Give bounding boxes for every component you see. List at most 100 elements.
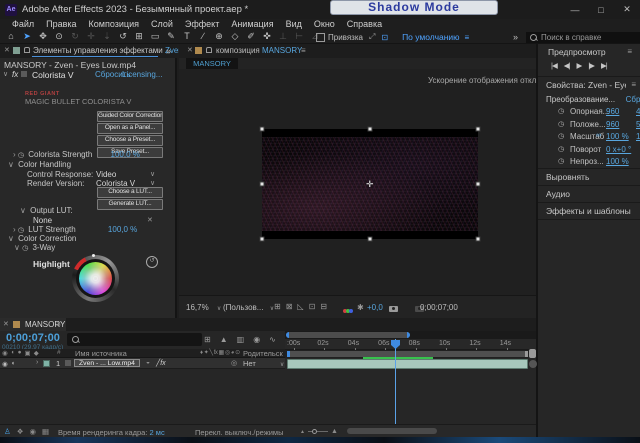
parent-column[interactable]: Родительский элемент...: [243, 349, 283, 358]
transform-group-label[interactable]: Преобразование...: [546, 95, 615, 104]
property-value-2[interactable]: 5: [636, 120, 640, 129]
previous-frame-button[interactable]: ◀|: [564, 61, 570, 70]
collapse-effect-icon[interactable]: ∨: [3, 70, 8, 78]
dolly-camera-tool-icon[interactable]: ⇣: [100, 30, 114, 43]
magnification-dropdown[interactable]: 16,7% ∨: [186, 303, 221, 312]
viewer-tab[interactable]: MANSORY: [186, 58, 238, 69]
help-search-box[interactable]: Поиск в справке: [526, 32, 640, 43]
work-area-end-handle[interactable]: [525, 351, 528, 357]
brainstorm-icon[interactable]: ▦: [42, 427, 49, 436]
wheel-marker-dot[interactable]: [92, 254, 95, 257]
align-section[interactable]: Выровнять: [538, 169, 640, 186]
layer-quality-icon[interactable]: ◒: [146, 359, 150, 366]
selection-handle[interactable]: [260, 127, 265, 132]
parent-dropdown[interactable]: Нет ∨: [243, 359, 284, 368]
play-button[interactable]: ▶: [576, 61, 581, 70]
audio-section[interactable]: Аудио: [538, 186, 640, 203]
go-to-start-button[interactable]: |◀: [551, 61, 557, 70]
selection-handle[interactable]: [368, 127, 373, 132]
panel-lock-icon[interactable]: [206, 47, 212, 53]
timeline-zoom-slider[interactable]: [308, 431, 328, 432]
selection-handle[interactable]: [476, 237, 481, 242]
resolution-dropdown[interactable]: (Пользов... ∨: [223, 303, 274, 312]
menu-item[interactable]: Справка: [341, 19, 388, 29]
draft-3d-icon[interactable]: ▲: [220, 335, 228, 344]
panel-overflow-icon[interactable]: »: [166, 46, 171, 56]
menu-item[interactable]: Вид: [280, 19, 308, 29]
menu-item[interactable]: Слой: [145, 19, 179, 29]
effect-enabled-checkbox[interactable]: [21, 71, 27, 77]
home-tool-icon[interactable]: ⌂: [4, 30, 18, 43]
colorista-action-button[interactable]: Open as a Panel...: [97, 123, 163, 134]
property-value[interactable]: 960: [606, 107, 619, 116]
region-of-interest-icon[interactable]: ◺: [297, 302, 303, 311]
clone-stamp-tool-icon[interactable]: ⊕: [212, 30, 226, 43]
lock-column-icon[interactable]: ▣: [25, 349, 31, 357]
three-way-stopwatch-icon[interactable]: ◷: [22, 245, 28, 252]
panel-lock-icon[interactable]: [24, 47, 30, 53]
transform-reset-link[interactable]: Сбросить: [626, 95, 640, 104]
puppet-pin-tool-icon[interactable]: ✜: [260, 30, 274, 43]
camera-tool-icon[interactable]: ⊞: [132, 30, 146, 43]
panel-close-icon[interactable]: ✕: [4, 46, 10, 54]
parent-pickwhip-icon[interactable]: ◎: [231, 359, 237, 367]
eraser-tool-icon[interactable]: ◇: [228, 30, 242, 43]
snapshot-camera-icon[interactable]: [389, 306, 398, 312]
graph-editor-icon[interactable]: ∿: [269, 335, 276, 344]
minimize-button[interactable]: —: [562, 0, 588, 19]
zoom-in-mountain-icon[interactable]: ▲: [331, 428, 338, 435]
solo-column-icon[interactable]: ●: [18, 349, 22, 357]
lut-action-button[interactable]: Choose a LUT...: [97, 187, 163, 198]
layer-expand-icon[interactable]: ›: [36, 359, 38, 366]
layer-color-swatch[interactable]: [43, 360, 50, 367]
property-stopwatch-icon[interactable]: ◷: [558, 157, 564, 165]
property-stopwatch-icon[interactable]: ◷: [558, 120, 564, 128]
color-correction-collapse-icon[interactable]: ∨: [8, 234, 14, 243]
colorista-action-button[interactable]: Choose a Preset...: [97, 135, 163, 146]
orbit-camera-tool-icon[interactable]: ↻: [68, 30, 82, 43]
mask-visibility-icon[interactable]: ⊠: [286, 302, 293, 311]
selection-handle[interactable]: [476, 182, 481, 187]
menu-item[interactable]: Композиция: [83, 19, 145, 29]
colorista-action-button[interactable]: Guided Color Correction...: [97, 111, 163, 122]
transparency-grid-icon[interactable]: ⊡: [309, 302, 316, 311]
control-response-dropdown[interactable]: Video ∨: [96, 170, 156, 179]
colorista-strength-value[interactable]: 100,0 %: [111, 150, 140, 159]
zoom-slider-knob[interactable]: [312, 429, 317, 434]
composition-tab[interactable]: композиция MANSORY: [216, 46, 302, 55]
menu-item[interactable]: Анимация: [225, 19, 279, 29]
horizontal-scrollbar[interactable]: [347, 428, 437, 434]
timeline-tab[interactable]: ✕ MANSORY ≡: [0, 318, 66, 331]
property-value-2[interactable]: 1: [636, 132, 640, 141]
time-navigator[interactable]: [286, 332, 410, 338]
color-handling-collapse-icon[interactable]: ∨: [8, 160, 14, 169]
layer-duration-bar[interactable]: [287, 359, 528, 369]
selection-tool-icon[interactable]: ➤: [20, 30, 34, 43]
source-name-column[interactable]: Имя источника: [75, 349, 127, 358]
maximize-button[interactable]: □: [588, 0, 614, 19]
shadow-mode-overlay-button[interactable]: Shadow Mode: [330, 0, 498, 15]
layer-search-box[interactable]: [67, 333, 202, 346]
rotation-tool-icon[interactable]: ↺: [116, 30, 130, 43]
property-value[interactable]: 960: [606, 120, 619, 129]
snap-to-features-icon[interactable]: ⊡: [381, 33, 388, 42]
pan-camera-tool-icon[interactable]: ✛: [84, 30, 98, 43]
navigator-end-handle[interactable]: [407, 332, 410, 338]
comp-marker-bin[interactable]: [529, 349, 536, 358]
selection-handle[interactable]: [368, 237, 373, 242]
lut-strength-value[interactable]: 100,0 %: [108, 225, 137, 234]
close-button[interactable]: ✕: [614, 0, 640, 19]
property-value-2[interactable]: 4: [636, 107, 640, 116]
selection-handle[interactable]: [260, 182, 265, 187]
frame-blend-toggle-icon[interactable]: ❖: [17, 427, 24, 436]
go-to-end-button[interactable]: ▶|: [601, 61, 607, 70]
axis-mode-world-icon[interactable]: ⊢: [292, 30, 306, 43]
effect-controls-tab[interactable]: Элементы управления эффектами Zven - Ey: [33, 46, 199, 55]
layer-row[interactable]: ◉ ◖ › 1 Zven - ... Low.mp4 ◒ ╱fx ◎ Нет ∨: [0, 358, 285, 369]
workspace-selector[interactable]: По умолчанию: [402, 32, 459, 42]
preview-panel-title[interactable]: Предпросмотр: [548, 47, 606, 57]
comp-button[interactable]: [529, 360, 537, 368]
guides-icon[interactable]: ⊟: [320, 302, 327, 311]
brush-tool-icon[interactable]: ∕: [196, 30, 210, 43]
current-timecode[interactable]: 0;00;07;00: [6, 332, 60, 344]
